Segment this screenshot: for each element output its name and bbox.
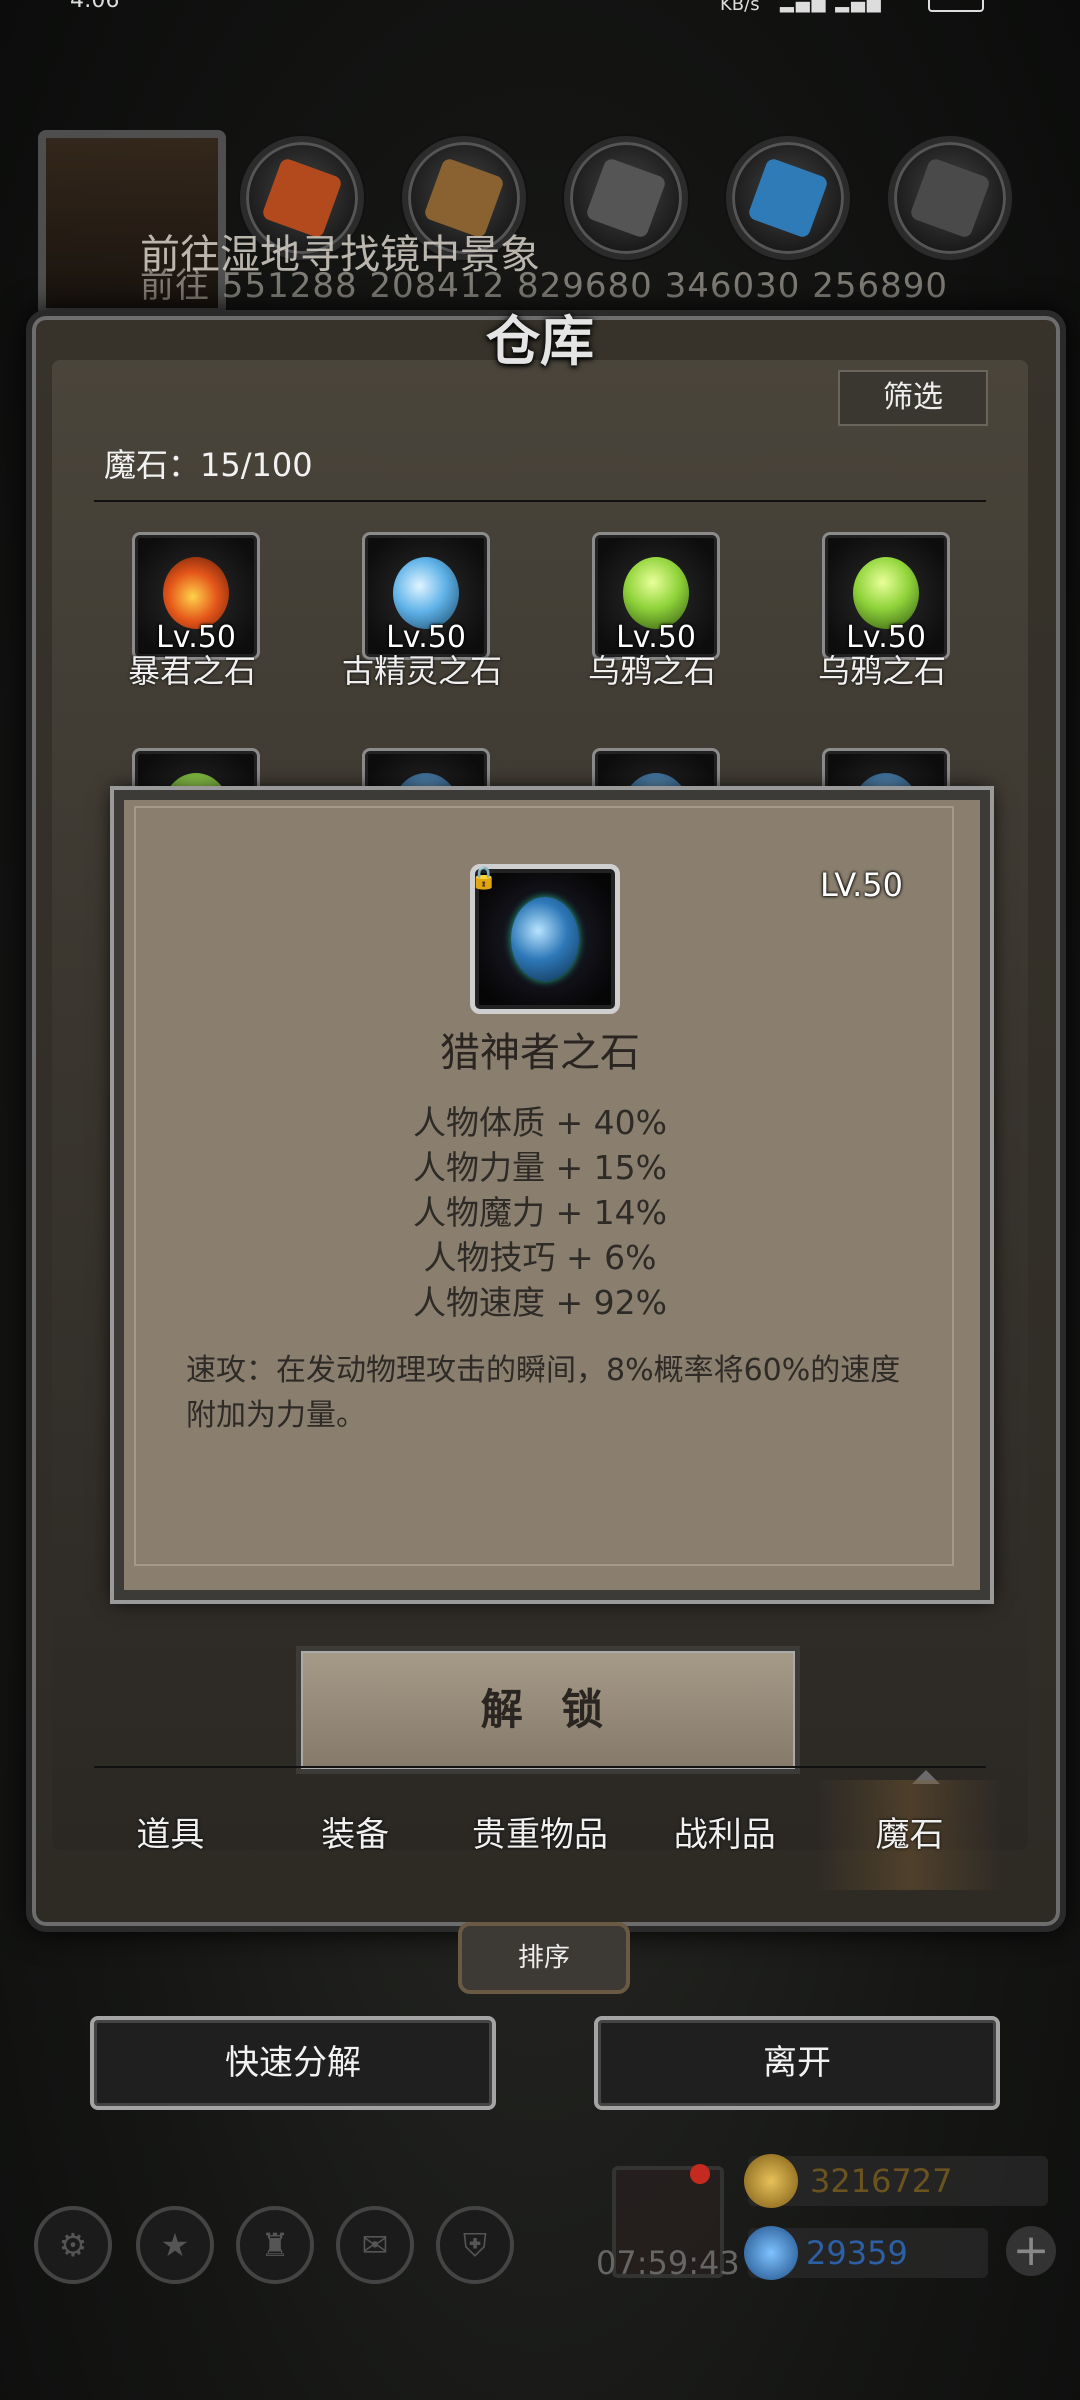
network-speed: KB/s	[720, 0, 760, 15]
iron-icon	[584, 156, 668, 240]
item-name: 古精灵之石	[341, 652, 502, 690]
gems-amount: 29359	[806, 2234, 908, 2272]
quick-decompose-button[interactable]: 快速分解	[90, 2016, 496, 2110]
resource-slot-5[interactable]	[888, 136, 1012, 260]
settings-icon[interactable]: ⚙	[34, 2206, 112, 2284]
stat-line: 人物技巧 + 6%	[423, 1238, 657, 1277]
tab-valuables[interactable]: 贵重物品	[448, 1780, 633, 1890]
divider	[94, 500, 986, 502]
stat-line: 人物魔力 + 14%	[413, 1193, 667, 1232]
detail-level: LV.50	[820, 866, 903, 904]
category-tabs: 道具 装备 贵重物品 战利品 魔石	[78, 1780, 1002, 1890]
crow-stone-icon	[853, 557, 919, 629]
stat-line: 人物速度 + 92%	[413, 1283, 667, 1322]
tab-equipment[interactable]: 装备	[263, 1780, 448, 1890]
lock-icon: 🔒	[470, 866, 498, 891]
stat-line: 人物体质 + 40%	[413, 1103, 667, 1142]
panel-title: 仓库	[486, 309, 594, 373]
item-slot[interactable]: Lv.50	[362, 532, 490, 660]
crystal-icon	[746, 156, 830, 240]
skill-description: 速攻：在发动物理攻击的瞬间，8%概率将60%的速度附加为力量。	[186, 1353, 901, 1433]
mail-icon[interactable]: ✉	[336, 2206, 414, 2284]
fire-stone-icon	[163, 557, 229, 629]
stat-line: 人物力量 + 15%	[413, 1148, 667, 1187]
gold-amount: 3216727	[810, 2162, 953, 2200]
tab-magic-stones[interactable]: 魔石	[817, 1780, 1002, 1890]
castle-icon[interactable]: ♜	[236, 2206, 314, 2284]
item-name: 乌鸦之石	[587, 652, 716, 690]
leave-button[interactable]: 离开	[594, 2016, 1000, 2110]
item-name: 暴君之石	[127, 652, 256, 690]
hunter-stone-icon	[511, 897, 579, 981]
stone-icon	[908, 156, 992, 240]
item-slot[interactable]: Lv.50	[132, 532, 260, 660]
magic-stone-count: 魔石：15/100	[104, 446, 313, 484]
filter-button[interactable]: 筛选	[838, 370, 988, 426]
resource-slot-4[interactable]	[726, 136, 850, 260]
item-slot[interactable]: Lv.50	[822, 532, 950, 660]
status-bar: 4:06 KB/s ▂▄▆ ▂▄▆	[0, 0, 1080, 20]
gem-icon	[744, 2226, 798, 2280]
sort-button[interactable]: 排序	[458, 1922, 630, 1994]
divider	[94, 1766, 986, 1768]
star-icon[interactable]: ★	[136, 2206, 214, 2284]
resource-slot-3[interactable]	[564, 136, 688, 260]
gold-icon	[744, 2154, 798, 2208]
clock: 4:06	[70, 0, 120, 13]
stats-list: 人物体质 + 40% 人物力量 + 15% 人物魔力 + 14% 人物技巧 + …	[140, 1100, 940, 1325]
signal-icon: ▂▄▆ ▂▄▆	[780, 0, 883, 13]
plus-icon[interactable]: +	[1006, 2226, 1056, 2276]
battery-icon	[928, 0, 984, 12]
spirit-stone-icon	[393, 557, 459, 629]
unlock-button[interactable]: 解 锁	[296, 1646, 800, 1774]
item-name: 乌鸦之石	[817, 652, 946, 690]
detail-item-name: 猎神者之石	[440, 1030, 640, 1076]
crow-stone-icon	[623, 557, 689, 629]
gift-timer: 07:59:43	[596, 2244, 740, 2282]
notification-badge	[690, 2164, 710, 2184]
shield-icon[interactable]: ⛨	[436, 2206, 514, 2284]
item-slot[interactable]: Lv.50	[592, 532, 720, 660]
tab-items[interactable]: 道具	[78, 1780, 263, 1890]
tab-loot[interactable]: 战利品	[632, 1780, 817, 1890]
